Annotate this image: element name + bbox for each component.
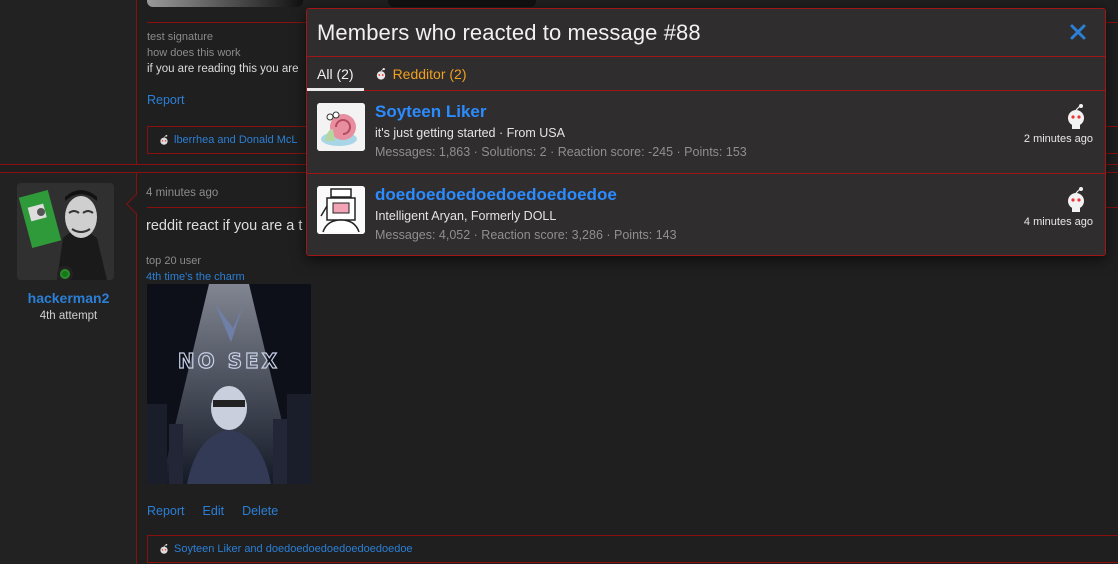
reactions-summary[interactable]: lberrhea and Donald McL (174, 134, 298, 146)
member-stats: Messages: 1,863 · Solutions: 2 · Reactio… (375, 145, 747, 159)
signature-line: how does this work (147, 47, 241, 59)
signature-line: if you are reading this you are (147, 63, 299, 75)
redditor-icon (1068, 187, 1084, 212)
modal-header: Members who reacted to message #88 (307, 9, 1105, 57)
tab-redditor[interactable]: Redditor (2) (364, 57, 477, 90)
member-name[interactable]: Soyteen Liker (375, 102, 487, 122)
reactions-modal: Members who reacted to message #88 All (… (306, 8, 1106, 256)
modal-title: Members who reacted to message #88 (317, 19, 701, 45)
member-name[interactable]: doedoedoedoedoedoedoedoe (375, 185, 617, 205)
signature-image-text: NO SEX (178, 349, 280, 373)
member-stats: Messages: 4,052 · Reaction score: 3,286 … (375, 228, 677, 242)
tab-label: All (2) (317, 65, 354, 82)
reaction-time: 2 minutes ago (1023, 133, 1093, 145)
reaction-time: 4 minutes ago (1023, 216, 1093, 228)
post-timestamp[interactable]: 4 minutes ago (146, 187, 218, 199)
post-user-column: hackerman2 4th attempt (0, 173, 137, 564)
redditor-icon (376, 67, 385, 80)
online-status-indicator (57, 266, 73, 282)
member-avatar[interactable] (317, 103, 365, 151)
signature-image: NO SEX (147, 284, 311, 484)
signature-line: test signature (147, 31, 214, 43)
username[interactable]: hackerman2 (0, 290, 137, 306)
member-title: it's just getting started · From USA (375, 126, 565, 140)
reactions-summary[interactable]: Soyteen Liker and doedoedoedoedoedoedoed… (174, 543, 413, 555)
reactions-bar[interactable]: Soyteen Liker and doedoedoedoedoedoedoed… (147, 535, 1118, 563)
delete-link[interactable]: Delete (242, 504, 278, 518)
report-link[interactable]: Report (147, 93, 185, 107)
member-avatar[interactable] (317, 186, 365, 234)
report-link[interactable]: Report (147, 504, 185, 518)
attached-image[interactable] (388, 0, 536, 7)
attached-image[interactable] (147, 0, 303, 7)
signature: test signature how does this work if you… (147, 29, 299, 77)
post-body: reddit react if you are a t (146, 218, 303, 234)
member-row: Soyteen Liker it's just getting started … (307, 91, 1105, 174)
tab-all[interactable]: All (2) (307, 57, 364, 91)
user-title: 4th attempt (39, 310, 98, 322)
close-icon[interactable] (1067, 21, 1089, 43)
signature-line: top 20 user (146, 255, 202, 267)
post-actions: Report Edit Delete (147, 504, 278, 518)
redditor-icon (1068, 104, 1084, 129)
signature-link[interactable]: 4th time's the charm (146, 269, 245, 285)
member-row: doedoedoedoedoedoedoedoe Intelligent Ary… (307, 174, 1105, 255)
reaction-tabs: All (2) Redditor (2) (307, 57, 1105, 91)
redditor-icon (160, 543, 168, 554)
signature: top 20 user 4th time's the charm (146, 253, 245, 285)
tab-label: Redditor (2) (392, 65, 467, 82)
member-title: Intelligent Aryan, Formerly DOLL (375, 209, 557, 223)
post-user-column (0, 0, 137, 164)
edit-link[interactable]: Edit (203, 504, 225, 518)
redditor-icon (160, 134, 168, 145)
